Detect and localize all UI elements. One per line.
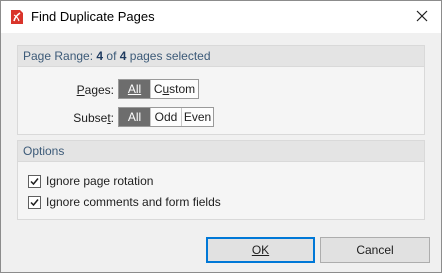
subset-odd-option[interactable]: Odd bbox=[150, 108, 181, 126]
ok-button[interactable]: OK bbox=[206, 237, 315, 263]
subset-even-option[interactable]: Even bbox=[181, 108, 213, 126]
pages-custom-label: Custom bbox=[153, 82, 196, 96]
page-range-header: Page Range: 4 of 4 pages selected bbox=[18, 46, 424, 67]
checkbox-checked-icon bbox=[28, 195, 41, 209]
cancel-button[interactable]: Cancel bbox=[320, 237, 430, 263]
subset-all-option[interactable]: All bbox=[119, 108, 150, 126]
page-range-summary: Page Range: 4 of 4 pages selected bbox=[23, 49, 211, 63]
subset-all-label: All bbox=[127, 110, 142, 124]
subset-odd-label: Odd bbox=[154, 110, 178, 124]
ok-label: OK bbox=[251, 243, 270, 257]
title-bar: Find Duplicate Pages bbox=[1, 1, 441, 33]
pages-label: Pages: bbox=[76, 83, 114, 97]
pages-all-option[interactable]: All bbox=[119, 80, 150, 98]
pages-custom-option[interactable]: Custom bbox=[150, 80, 198, 98]
options-header: Options bbox=[18, 141, 424, 162]
cancel-label: Cancel bbox=[356, 243, 394, 257]
subset-label: Subset: bbox=[73, 111, 114, 125]
subset-even-label: Even bbox=[183, 110, 212, 124]
subset-segmented-control: All Odd Even bbox=[118, 107, 214, 127]
pages-all-label: All bbox=[127, 82, 142, 96]
ignore-comments-checkbox[interactable]: Ignore comments and form fields bbox=[28, 195, 221, 209]
window-title: Find Duplicate Pages bbox=[31, 9, 155, 24]
ignore-rotation-label: Ignore page rotation bbox=[46, 174, 154, 188]
pages-segmented-control: All Custom bbox=[118, 79, 199, 99]
find-duplicate-pages-dialog: Find Duplicate Pages Page Range: 4 of 4 … bbox=[0, 0, 442, 273]
close-icon bbox=[416, 10, 428, 25]
ignore-comments-label: Ignore comments and form fields bbox=[46, 195, 221, 209]
options-title: Options bbox=[23, 144, 65, 158]
page-range-group: Page Range: 4 of 4 pages selected Pages:… bbox=[17, 45, 425, 135]
page-range-of: of bbox=[103, 49, 120, 63]
close-button[interactable] bbox=[411, 6, 433, 28]
ignore-rotation-checkbox[interactable]: Ignore page rotation bbox=[28, 174, 153, 188]
page-range-prefix: Page Range: bbox=[23, 49, 97, 63]
checkbox-checked-icon bbox=[28, 174, 41, 188]
app-logo-icon bbox=[10, 9, 24, 25]
options-group: Options Ignore page rotation Ignore comm… bbox=[17, 140, 425, 220]
page-range-suffix: pages selected bbox=[126, 49, 211, 63]
